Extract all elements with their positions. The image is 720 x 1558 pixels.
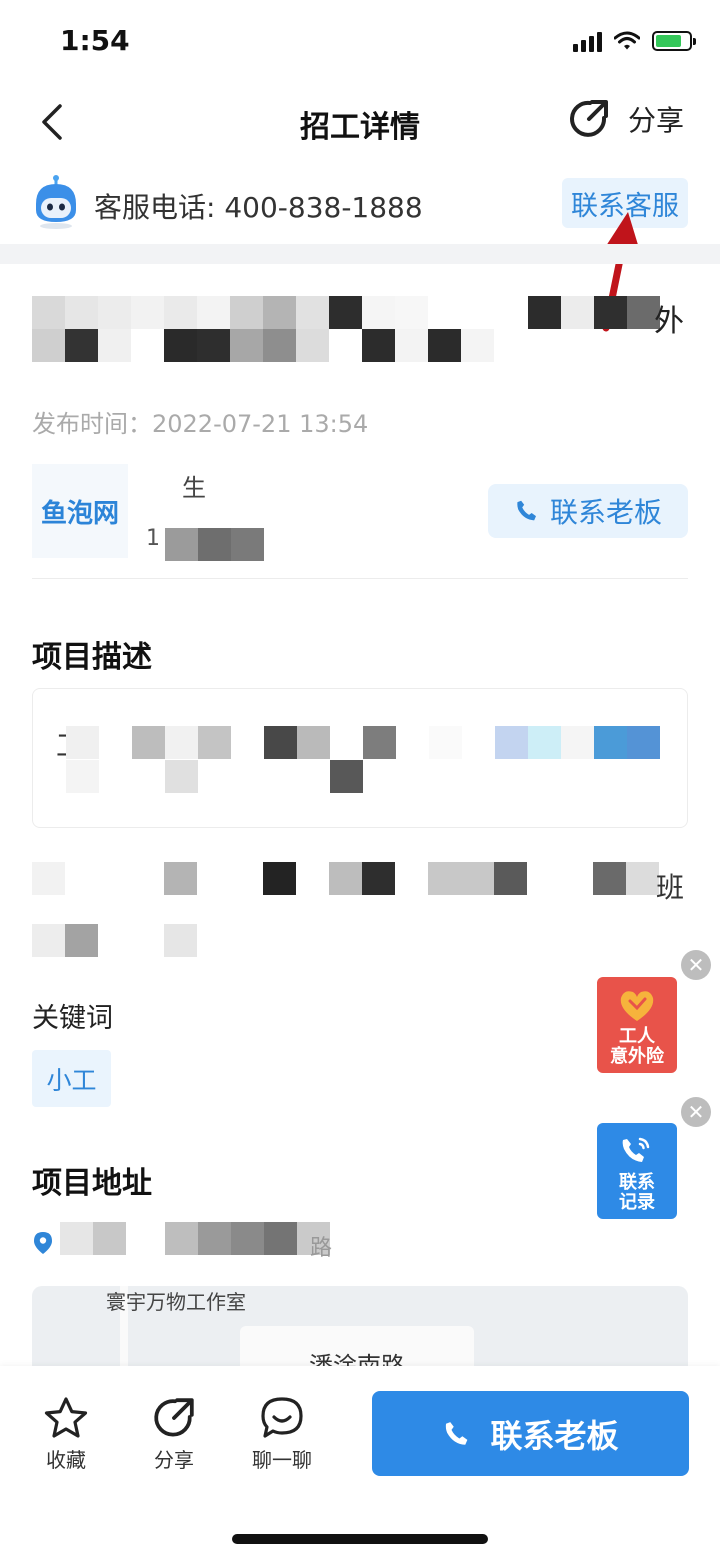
chat-button[interactable]: 聊一聊	[242, 1396, 322, 1473]
home-indicator	[232, 1534, 488, 1544]
bottom-share-label: 分享	[154, 1448, 194, 1472]
address-tail: 路	[310, 1236, 333, 1261]
boss-phone-mosaic	[165, 528, 265, 561]
phone-call-icon	[622, 1137, 650, 1162]
battery-icon	[652, 31, 696, 51]
bottom-share-button[interactable]: 分享	[134, 1396, 214, 1473]
close-insurance-icon[interactable]: ✕	[681, 950, 711, 980]
worker-insurance-button[interactable]: 工人 意外险	[597, 977, 677, 1073]
wifi-icon	[614, 31, 640, 50]
address-mosaic	[60, 1222, 330, 1255]
section-divider	[0, 244, 720, 264]
address-title: 项目地址	[32, 1166, 152, 1201]
status-time: 1:54	[60, 24, 130, 57]
records-line2: 记录	[619, 1192, 655, 1213]
share-icon	[570, 100, 608, 137]
insurance-line2: 意外险	[610, 1046, 664, 1067]
map-poi-label: 寰宇万物工作室	[106, 1290, 246, 1314]
job-title-mosaic	[32, 296, 688, 366]
description-title: 项目描述	[32, 640, 152, 675]
favorite-button[interactable]: 收藏	[26, 1396, 106, 1473]
boss-phone-prefix: 1	[146, 526, 160, 551]
description-text-mosaic	[32, 862, 662, 958]
insurance-line1: 工人	[619, 1026, 655, 1047]
contact-boss-button[interactable]: 联系老板	[488, 484, 688, 538]
publish-time: 发布时间：2022-07-21 13:54	[32, 410, 369, 438]
status-icons	[573, 28, 696, 54]
contact-boss-cta-label: 联系老板	[490, 1416, 619, 1455]
description-tail: 班	[656, 871, 685, 904]
chat-label: 聊一聊	[252, 1448, 312, 1472]
share-icon	[154, 1398, 194, 1437]
job-title-tail: 外	[654, 304, 684, 339]
boss-name: 生	[182, 474, 206, 502]
share-button[interactable]: 分享	[568, 98, 684, 140]
publisher-avatar: 鱼泡网	[32, 464, 128, 558]
description-mosaic	[66, 726, 666, 794]
signal-icon	[573, 30, 602, 52]
phone-icon	[446, 1421, 468, 1445]
contact-boss-cta-button[interactable]: 联系老板	[372, 1391, 689, 1476]
separator	[32, 578, 688, 579]
favorite-label: 收藏	[46, 1448, 86, 1472]
service-phone: 客服电话: 400-838-1888	[94, 191, 423, 224]
records-line1: 联系	[619, 1172, 655, 1193]
close-records-icon[interactable]: ✕	[681, 1097, 711, 1127]
contact-boss-label: 联系老板	[549, 496, 662, 529]
robot-avatar-icon	[36, 175, 76, 229]
share-label: 分享	[627, 104, 684, 137]
chat-bubble-icon	[261, 1397, 303, 1438]
keyword-tag[interactable]: 小工	[32, 1050, 111, 1107]
brand-logo-text: 鱼泡网	[40, 498, 119, 529]
phone-icon	[517, 500, 536, 521]
keyword-label: 关键词	[32, 1003, 113, 1034]
location-pin-icon	[34, 1232, 52, 1254]
heart-shield-icon	[620, 991, 654, 1021]
contact-records-button[interactable]: 联系 记录	[597, 1123, 677, 1219]
map-preview[interactable]: 寰宇万物工作室 潘涂南路	[32, 1286, 688, 1376]
star-icon	[44, 1397, 88, 1438]
